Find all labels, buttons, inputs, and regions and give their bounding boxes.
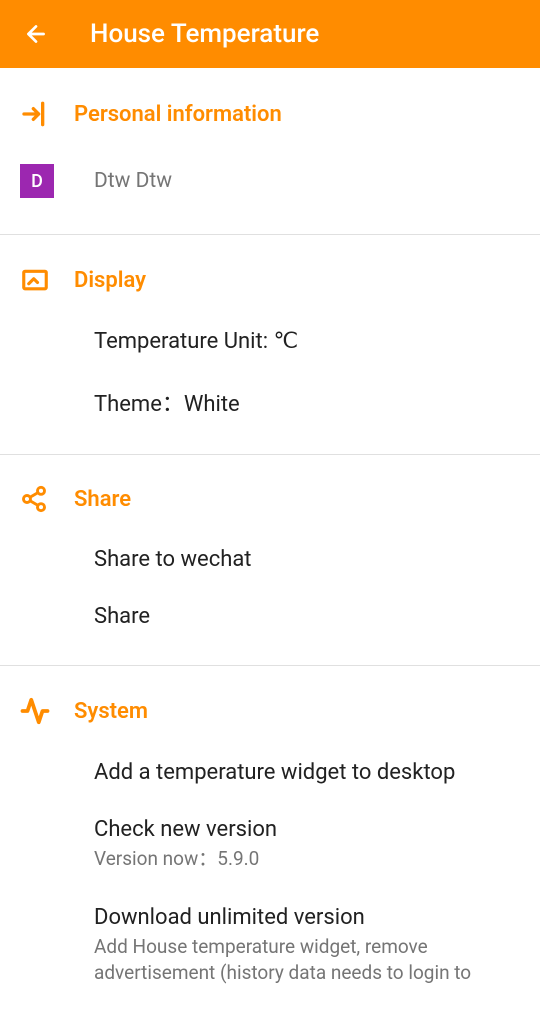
- add-widget-label: Add a temperature widget to desktop: [94, 760, 455, 785]
- section-title-share: Share: [74, 487, 131, 512]
- user-row[interactable]: D Dtw Dtw: [0, 148, 540, 214]
- version-number: Version now：5.9.0: [94, 846, 277, 873]
- section-personal: Personal information D Dtw Dtw: [0, 68, 540, 235]
- page-title: House Temperature: [90, 19, 319, 49]
- section-share: Share Share to wechat Share: [0, 455, 540, 666]
- download-unlimited-row[interactable]: Download unlimited version Add House tem…: [0, 889, 540, 1003]
- check-version-row[interactable]: Check new version Version now：5.9.0: [0, 801, 540, 889]
- section-display: Display Temperature Unit: ℃ Theme：White: [0, 235, 540, 455]
- theme-label: Theme：White: [94, 386, 240, 418]
- download-unlimited-description: Add House temperature widget, remove adv…: [94, 934, 520, 987]
- section-header-personal: Personal information: [0, 68, 540, 148]
- back-arrow-icon: [23, 21, 49, 47]
- activity-icon: [20, 696, 74, 726]
- app-header: House Temperature: [0, 0, 540, 68]
- share-wechat-row[interactable]: Share to wechat: [0, 531, 540, 588]
- avatar: D: [20, 164, 54, 198]
- section-title-system: System: [74, 699, 148, 724]
- section-title-personal: Personal information: [74, 102, 282, 127]
- section-system: System Add a temperature widget to deskt…: [0, 666, 540, 1023]
- section-header-display: Display: [0, 235, 540, 313]
- temperature-unit-row[interactable]: Temperature Unit: ℃: [0, 313, 540, 370]
- section-header-share: Share: [0, 455, 540, 531]
- login-icon: [20, 98, 74, 130]
- add-widget-row[interactable]: Add a temperature widget to desktop: [0, 744, 540, 801]
- share-general-row[interactable]: Share: [0, 588, 540, 645]
- theme-row[interactable]: Theme：White: [0, 370, 540, 434]
- share-general-label: Share: [94, 604, 150, 629]
- display-icon: [20, 265, 74, 295]
- share-icon: [20, 485, 74, 513]
- section-header-system: System: [0, 666, 540, 744]
- user-name: Dtw Dtw: [94, 169, 172, 193]
- temperature-unit-label: Temperature Unit: ℃: [94, 329, 298, 354]
- share-wechat-label: Share to wechat: [94, 547, 252, 572]
- section-title-display: Display: [74, 268, 146, 293]
- back-button[interactable]: [20, 18, 52, 50]
- download-unlimited-label: Download unlimited version: [94, 905, 520, 930]
- check-version-label: Check new version: [94, 817, 277, 842]
